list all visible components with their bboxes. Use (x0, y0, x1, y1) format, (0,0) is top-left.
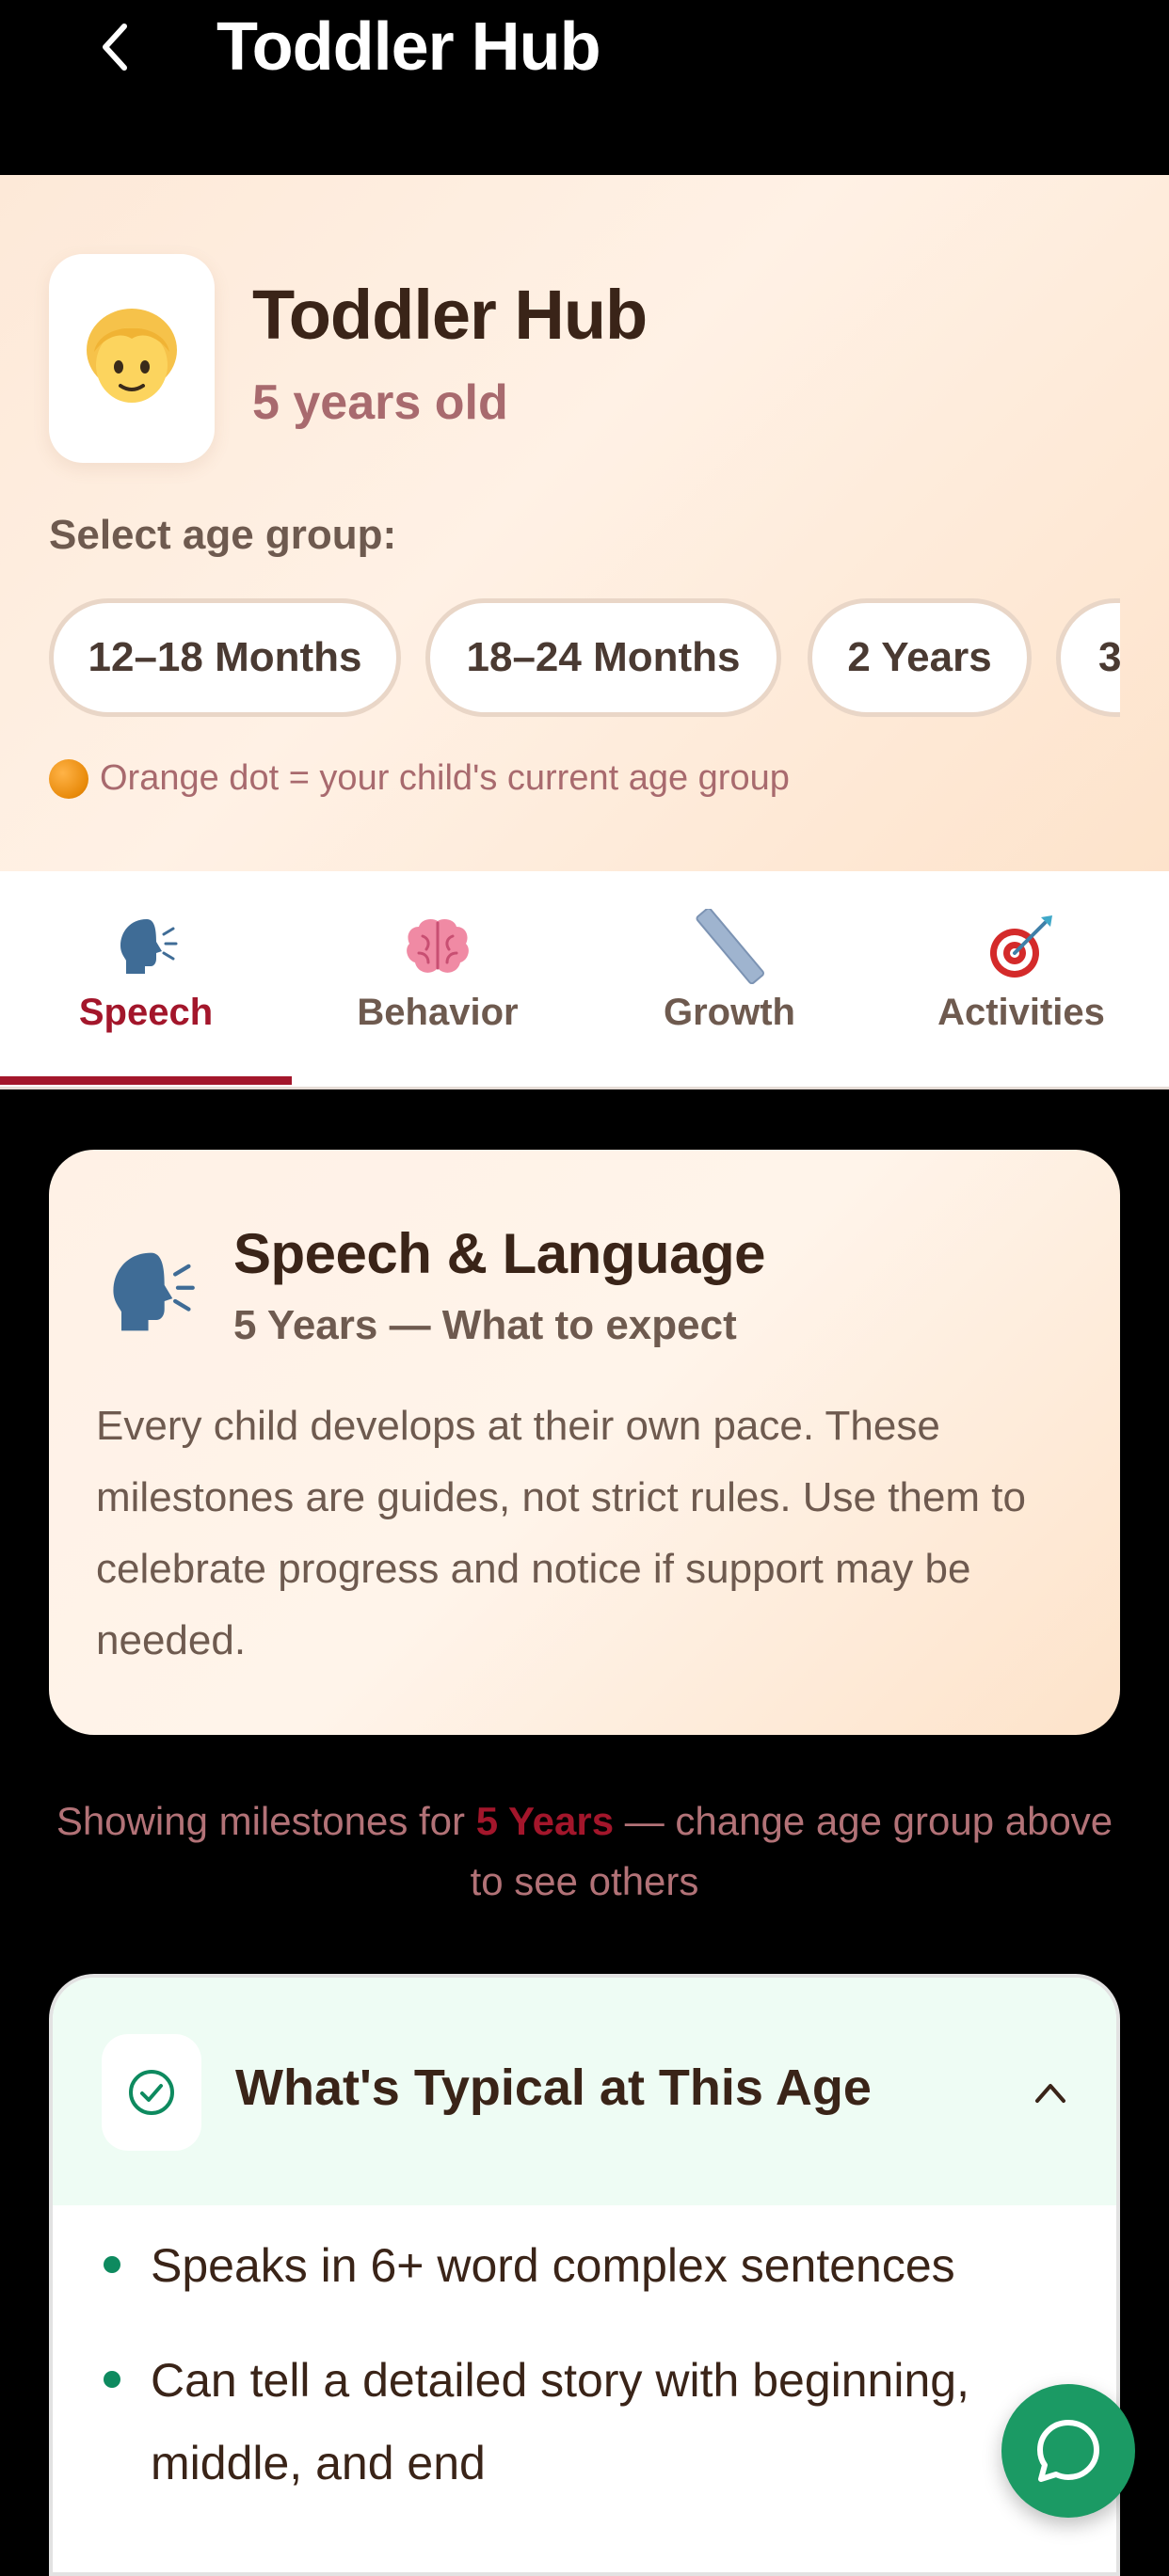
orange-dot-icon (49, 758, 88, 799)
tab-growth-label: Growth (664, 992, 795, 1033)
age-chip-18-24-months[interactable]: 18–24 Months (425, 598, 781, 717)
tab-speech-label: Speech (78, 992, 214, 1033)
chat-button[interactable] (1001, 2384, 1135, 2518)
speaking-head-icon (113, 1252, 195, 1331)
tab-speech[interactable]: Speech (0, 871, 292, 1089)
tab-activities[interactable]: Activities (875, 871, 1167, 1089)
age-chip-12-18-months[interactable]: 12–18 Months (49, 598, 401, 717)
category-tabs: Speech Behavior Growth Activities (0, 871, 1169, 1089)
age-group-selector: 12–18 Months 18–24 Months 2 Years 3 (49, 598, 1120, 721)
typical-milestones-list: Speaks in 6+ word complex sentences Can … (53, 2224, 1116, 2536)
typical-card-title: What's Typical at This Age (235, 2059, 872, 2116)
speech-intro-card: Speech & Language 5 Years — What to expe… (49, 1150, 1120, 1735)
age-legend: Orange dot = your child's current age gr… (49, 758, 790, 799)
speaking-head-icon (120, 919, 178, 974)
child-face-icon (87, 309, 177, 403)
section-description: Every child develops at their own pace. … (96, 1403, 1026, 1663)
legend-text: Orange dot = your child's current age gr… (100, 758, 790, 798)
profile-header: Toddler Hub 5 years old Select age group… (0, 175, 1169, 871)
section-title: Speech & Language (233, 1222, 765, 1285)
bullet-icon (104, 2256, 120, 2273)
showing-milestones-note: Showing milestones for 5 Years — change … (38, 1791, 1131, 1912)
chevron-left-icon (103, 24, 127, 71)
age-group-label: Select age group: (49, 512, 397, 558)
nav-title: Toddler Hub (216, 9, 601, 85)
ruler-icon (696, 909, 765, 984)
tab-behavior[interactable]: Behavior (292, 871, 584, 1089)
age-chip-3-years[interactable]: 3 (1056, 598, 1120, 717)
avatar (49, 254, 215, 463)
milestone-text: Speaks in 6+ word complex sentences (151, 2239, 955, 2292)
age-chip-2-years[interactable]: 2 Years (808, 598, 1032, 717)
bullet-icon (104, 2371, 120, 2388)
back-button[interactable] (81, 9, 149, 85)
profile-title: Toddler Hub (252, 276, 648, 354)
showing-age: 5 Years (475, 1799, 615, 1843)
milestone-text: Can tell a detailed story with beginning… (151, 2354, 969, 2489)
list-item: Speaks in 6+ word complex sentences (53, 2224, 1116, 2307)
section-subtitle: 5 Years — What to expect (233, 1302, 737, 1348)
collapse-toggle[interactable] (1022, 2064, 1079, 2121)
active-tab-indicator (0, 1076, 292, 1085)
check-circle-icon (129, 2070, 174, 2115)
target-icon (990, 915, 1052, 978)
brain-icon (407, 919, 469, 973)
nav-bar: Toddler Hub (0, 0, 1169, 175)
showing-prefix: Showing milestones for (56, 1799, 476, 1843)
tab-growth[interactable]: Growth (584, 871, 875, 1089)
tab-behavior-label: Behavior (357, 992, 519, 1033)
list-item: Can tell a detailed story with beginning… (53, 2339, 1116, 2504)
chevron-up-icon (1035, 2084, 1065, 2103)
chat-bubble-icon (1037, 2420, 1099, 2482)
typical-milestones-card: What's Typical at This Age Speaks in 6+ … (49, 1974, 1120, 2576)
tab-activities-label: Activities (937, 992, 1105, 1033)
typical-card-header[interactable]: What's Typical at This Age (53, 1978, 1116, 2205)
child-age: 5 years old (252, 375, 508, 430)
